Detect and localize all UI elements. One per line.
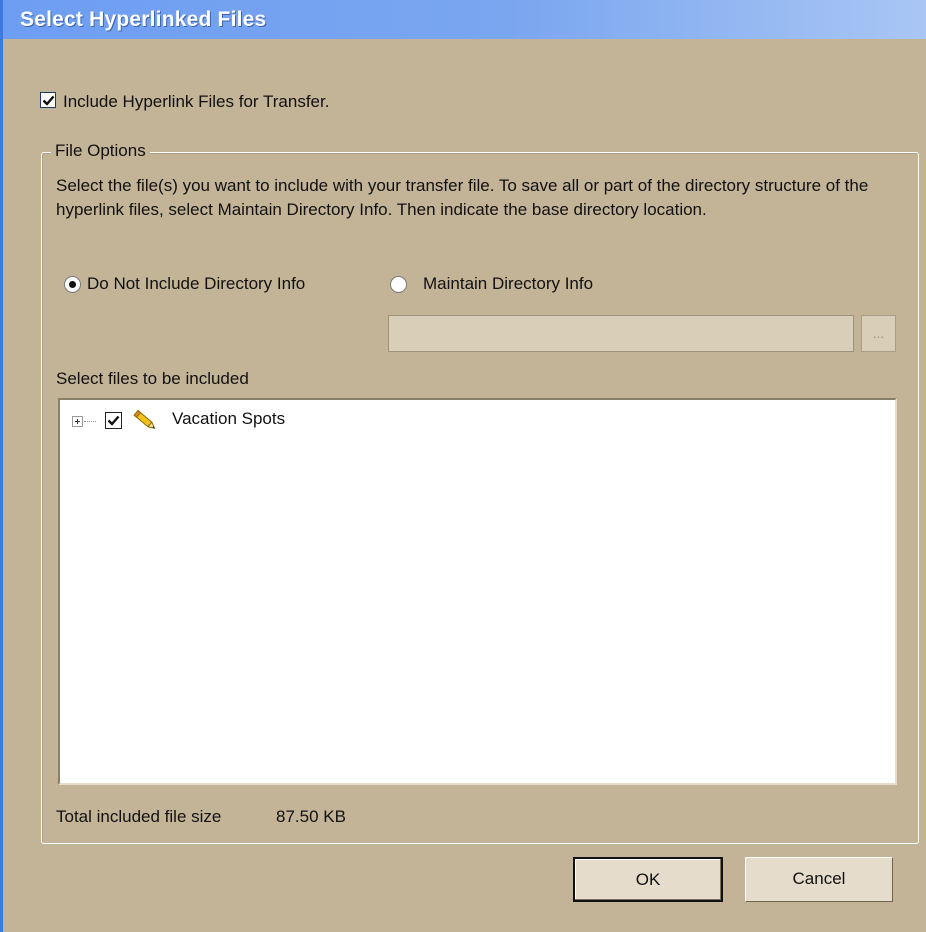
checkmark-icon [107, 415, 120, 426]
tree-item-checkbox[interactable] [105, 412, 122, 429]
browse-button[interactable]: ... [861, 315, 896, 352]
checkmark-icon [42, 95, 55, 106]
do-not-include-directory-radio[interactable] [64, 276, 81, 293]
maintain-directory-radio[interactable] [390, 276, 407, 293]
tree-connector-line [84, 421, 96, 422]
include-hyperlink-files-label[interactable]: Include Hyperlink Files for Transfer. [63, 92, 329, 112]
select-files-label: Select files to be included [56, 369, 249, 388]
ok-button[interactable]: OK [573, 857, 723, 902]
file-options-group-title: File Options [51, 141, 150, 161]
files-tree[interactable]: Vacation Spots [58, 398, 897, 785]
total-size-value: 87.50 KB [276, 807, 346, 826]
window-title: Select Hyperlinked Files [20, 8, 267, 31]
title-bar[interactable]: Select Hyperlinked Files [3, 0, 926, 39]
pencil-icon [133, 409, 156, 430]
total-size-label: Total included file size [56, 807, 222, 826]
select-hyperlinked-files-dialog: Select Hyperlinked Files Include Hyperli… [0, 0, 926, 932]
do-not-include-directory-label[interactable]: Do Not Include Directory Info [87, 274, 305, 294]
tree-item-label: Vacation Spots [172, 409, 286, 428]
file-options-description: Select the file(s) you want to include w… [56, 176, 869, 219]
maintain-directory-label[interactable]: Maintain Directory Info [423, 274, 593, 294]
expand-plus-icon[interactable] [72, 416, 83, 427]
radio-selected-dot [69, 281, 76, 288]
include-hyperlink-files-checkbox[interactable] [40, 92, 56, 108]
base-directory-path-field[interactable] [388, 315, 854, 352]
cancel-button[interactable]: Cancel [745, 857, 893, 902]
